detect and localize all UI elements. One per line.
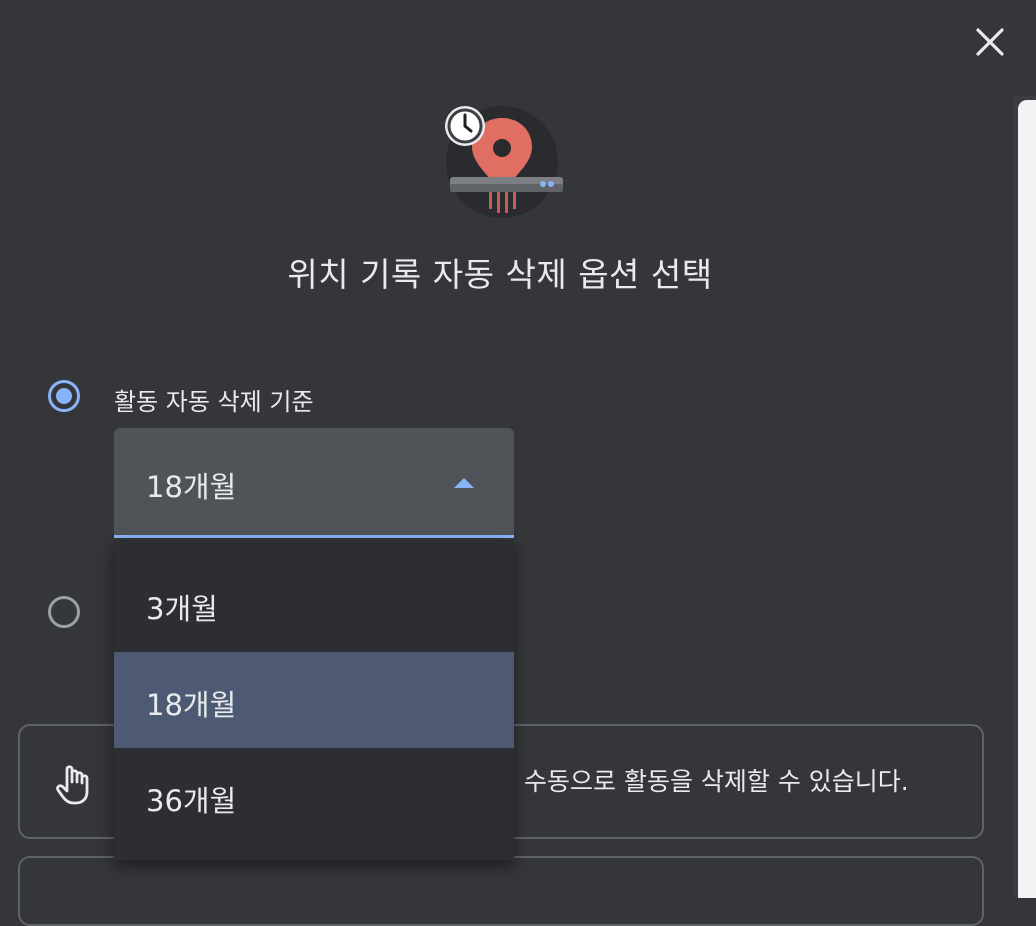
dialog-title: 위치 기록 자동 삭제 옵션 선택 (287, 255, 713, 294)
duration-select[interactable]: 18개월 (114, 428, 514, 538)
chevron-up-icon (454, 478, 474, 488)
location-history-icon (440, 100, 570, 220)
menu-item-label: 36개월 (146, 784, 237, 818)
auto-delete-radio[interactable] (48, 380, 80, 412)
menu-item-label: 18개월 (146, 688, 237, 722)
select-value: 18개월 (146, 470, 237, 504)
close-icon (976, 28, 1004, 56)
menu-item-18-months[interactable]: 18개월 (114, 652, 514, 748)
menu-item-36-months[interactable]: 36개월 (114, 748, 514, 844)
menu-item-3-months[interactable]: 3개월 (114, 556, 514, 652)
close-button[interactable] (966, 18, 1014, 66)
manual-delete-text: 수동으로 활동을 삭제할 수 있습니다. (524, 767, 909, 796)
duration-menu: 3개월 18개월 36개월 (114, 540, 514, 860)
radio-dot (56, 388, 72, 404)
next-card (18, 856, 984, 926)
hand-pointer-icon (52, 760, 100, 808)
keep-until-delete-radio[interactable] (48, 596, 80, 628)
scrollbar-thumb[interactable] (1018, 100, 1036, 898)
menu-item-label: 3개월 (146, 592, 218, 626)
auto-delete-label: 활동 자동 삭제 기준 (114, 388, 314, 416)
